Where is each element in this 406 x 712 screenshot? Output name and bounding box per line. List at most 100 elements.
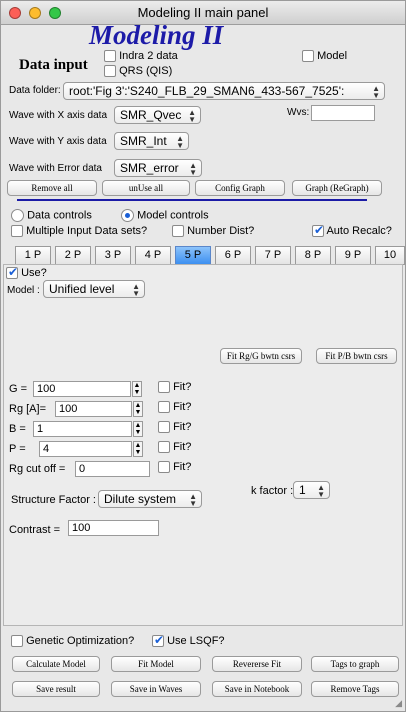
b-label: B = — [9, 423, 26, 435]
graph-regraph-button[interactable]: Graph (ReGraph) — [292, 180, 382, 196]
lsqf-checkbox[interactable] — [152, 633, 164, 648]
rg-stepper[interactable]: ▲ ▼ — [133, 401, 143, 417]
x-axis-value: SMR_Qvec — [120, 108, 182, 122]
auto-recalc-option[interactable]: Auto Recalc? — [312, 223, 392, 238]
model-type-select[interactable]: Unified level ▲ ▼ — [43, 280, 145, 298]
b-fit-option[interactable]: Fit? — [158, 421, 191, 434]
b-input[interactable]: 1 — [33, 421, 132, 437]
structure-factor-select[interactable]: Dilute system ▲ ▼ — [98, 490, 202, 508]
chevron-updown-icon: ▲ ▼ — [189, 161, 197, 177]
number-dist-option[interactable]: Number Dist? — [172, 225, 255, 238]
qrs-checkbox[interactable] — [104, 65, 116, 78]
y-axis-select[interactable]: SMR_Int ▲ ▼ — [114, 132, 189, 150]
zoom-window-button[interactable] — [49, 7, 61, 19]
wvs-input[interactable] — [311, 105, 375, 121]
tab-8p[interactable]: 8 P — [295, 246, 331, 265]
reverse-fit-button[interactable]: Revererse Fit — [212, 656, 302, 672]
multiple-input-label: Multiple Input Data sets? — [26, 225, 148, 237]
rg-label: Rg [A]= — [9, 403, 46, 415]
g-input[interactable]: 100 — [33, 381, 131, 397]
tags-to-graph-button[interactable]: Tags to graph — [311, 656, 399, 672]
data-controls-option[interactable]: Data controls — [11, 209, 92, 222]
tab-9p[interactable]: 9 P — [335, 246, 371, 265]
indra2-checkbox[interactable] — [104, 50, 116, 63]
rg-cutoff-fit-checkbox[interactable] — [158, 461, 170, 474]
model-controls-option[interactable]: Model controls — [121, 209, 209, 222]
structure-factor-value: Dilute system — [104, 492, 177, 506]
fit-rg-g-button[interactable]: Fit Rg/G bwtn csrs — [220, 348, 302, 364]
p-stepper[interactable]: ▲ ▼ — [133, 441, 143, 457]
tab-2p[interactable]: 2 P — [55, 246, 91, 265]
b-fit-checkbox[interactable] — [158, 421, 170, 434]
remove-tags-button[interactable]: Remove Tags — [311, 681, 399, 697]
y-axis-value: SMR_Int — [120, 134, 167, 148]
p-label: P = — [9, 443, 26, 455]
lsqf-label: Use LSQF? — [167, 635, 225, 647]
multiple-input-checkbox[interactable] — [11, 225, 23, 238]
use-option[interactable]: Use? — [6, 265, 47, 280]
lsqf-option[interactable]: Use LSQF? — [152, 633, 225, 648]
p-input[interactable]: 4 — [39, 441, 132, 457]
tab-3p[interactable]: 3 P — [95, 246, 131, 265]
resize-grip-icon[interactable]: ◢ — [392, 698, 402, 708]
k-factor-select[interactable]: 1 ▲ ▼ — [293, 481, 330, 499]
structure-factor-label: Structure Factor : — [11, 494, 96, 506]
unuse-all-button[interactable]: unUse all — [102, 180, 190, 196]
fit-model-button[interactable]: Fit Model — [111, 656, 201, 672]
rg-fit-option[interactable]: Fit? — [158, 401, 191, 414]
contrast-input[interactable]: 100 — [68, 520, 159, 536]
calculate-model-button[interactable]: Calculate Model — [12, 656, 100, 672]
multiple-input-option[interactable]: Multiple Input Data sets? — [11, 225, 148, 238]
rg-cutoff-fit-option[interactable]: Fit? — [158, 461, 191, 474]
number-dist-checkbox[interactable] — [172, 225, 184, 238]
rg-input[interactable]: 100 — [55, 401, 132, 417]
p-fit-checkbox[interactable] — [158, 441, 170, 454]
model-option[interactable]: Model — [302, 50, 348, 63]
data-folder-select[interactable]: root:'Fig 3':'S240_FLB_29_SMAN6_433-567_… — [63, 82, 385, 100]
rg-cutoff-label: Rg cut off = — [9, 463, 66, 475]
section-divider — [17, 199, 367, 201]
rg-fit-checkbox[interactable] — [158, 401, 170, 414]
model-controls-radio[interactable] — [121, 209, 134, 222]
genetic-option[interactable]: Genetic Optimization? — [11, 635, 134, 648]
qrs-option[interactable]: QRS (QIS) — [104, 65, 172, 78]
genetic-checkbox[interactable] — [11, 635, 23, 648]
g-fit-checkbox[interactable] — [158, 381, 170, 394]
close-window-button[interactable] — [9, 7, 21, 19]
config-graph-button[interactable]: Config Graph — [195, 180, 285, 196]
g-stepper[interactable]: ▲ ▼ — [132, 381, 142, 397]
model-type-label: Model : — [7, 285, 40, 296]
tab-4p[interactable]: 4 P — [135, 246, 171, 265]
save-in-waves-button[interactable]: Save in Waves — [111, 681, 201, 697]
x-axis-select[interactable]: SMR_Qvec ▲ ▼ — [114, 106, 201, 124]
tab-6p[interactable]: 6 P — [215, 246, 251, 265]
number-dist-label: Number Dist? — [187, 225, 255, 237]
indra2-option[interactable]: Indra 2 data — [104, 50, 178, 63]
error-select[interactable]: SMR_error ▲ ▼ — [114, 159, 202, 177]
tab-5p[interactable]: 5 P — [175, 246, 211, 265]
use-checkbox[interactable] — [6, 265, 18, 280]
save-result-button[interactable]: Save result — [12, 681, 100, 697]
auto-recalc-checkbox[interactable] — [312, 223, 324, 238]
save-in-notebook-button[interactable]: Save in Notebook — [212, 681, 302, 697]
tab-7p[interactable]: 7 P — [255, 246, 291, 265]
indra2-label: Indra 2 data — [119, 50, 178, 62]
p-fit-option[interactable]: Fit? — [158, 441, 191, 454]
data-controls-radio[interactable] — [11, 209, 24, 222]
chevron-updown-icon: ▲ ▼ — [372, 84, 380, 100]
fit-p-b-button[interactable]: Fit P/B bwtn csrs — [316, 348, 397, 364]
tab-10p[interactable]: 10 — [375, 246, 405, 265]
model-checkbox[interactable] — [302, 50, 314, 63]
g-fit-label: Fit? — [173, 381, 192, 393]
model-label: Model — [317, 50, 348, 62]
data-folder-label: Data folder: — [9, 85, 61, 96]
remove-all-button[interactable]: Remove all — [7, 180, 97, 196]
k-factor-value: 1 — [299, 483, 306, 497]
data-input-label: Data input — [19, 57, 88, 73]
chevron-updown-icon: ▲ ▼ — [317, 483, 325, 499]
b-stepper[interactable]: ▲ ▼ — [133, 421, 143, 437]
rg-cutoff-input[interactable]: 0 — [75, 461, 150, 477]
minimize-window-button[interactable] — [29, 7, 41, 19]
tab-1p[interactable]: 1 P — [15, 246, 51, 265]
g-fit-option[interactable]: Fit? — [158, 381, 192, 394]
